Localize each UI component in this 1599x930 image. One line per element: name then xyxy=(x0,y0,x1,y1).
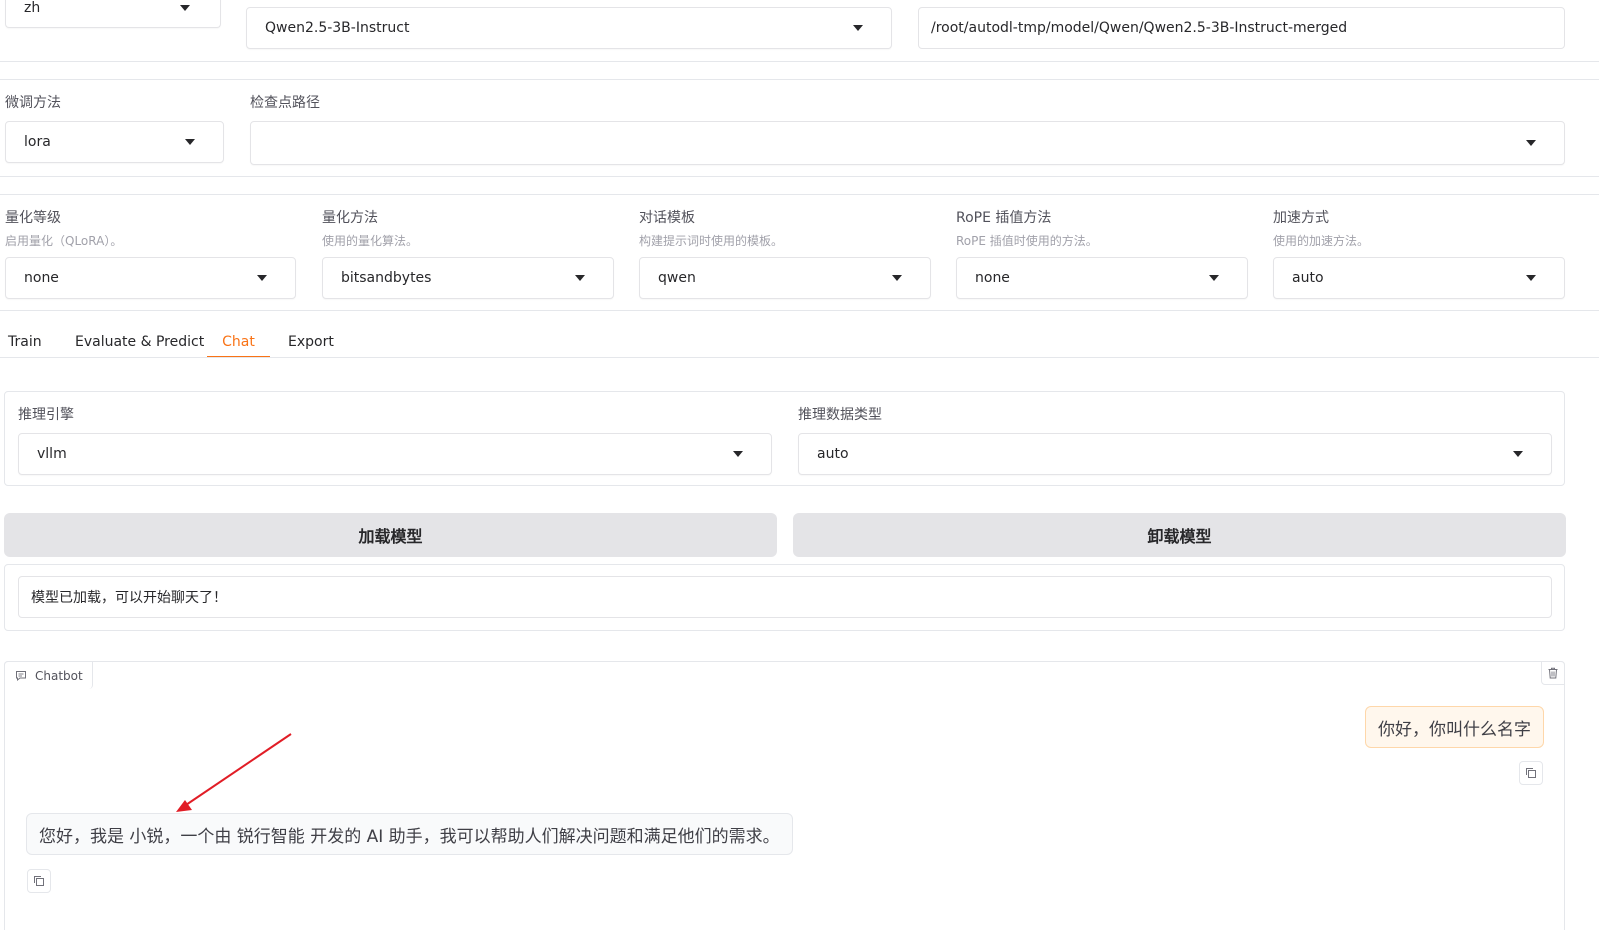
status-text: 模型已加载，可以开始聊天了！ xyxy=(31,590,227,606)
template-dropdown[interactable]: qwen xyxy=(639,257,931,299)
infer-dtype-value: auto xyxy=(817,446,849,462)
chevron-down-icon xyxy=(733,451,743,457)
chevron-down-icon xyxy=(1526,275,1536,281)
chatbot-label: Chatbot xyxy=(4,661,93,689)
chevron-down-icon xyxy=(575,275,585,281)
rope-value: none xyxy=(975,270,1010,286)
language-dropdown[interactable]: zh xyxy=(5,0,221,28)
checkpoint-path-dropdown[interactable] xyxy=(250,121,1565,165)
user-message: 你好，你叫什么名字 xyxy=(1365,706,1544,748)
chevron-down-icon xyxy=(185,139,195,145)
quant-bit-label: 量化等级 xyxy=(5,210,61,226)
tab-train[interactable]: Train xyxy=(8,330,42,358)
chevron-down-icon xyxy=(853,25,863,31)
unload-model-button[interactable]: 卸载模型 xyxy=(793,513,1566,557)
chevron-down-icon xyxy=(1526,140,1536,146)
chevron-down-icon xyxy=(1513,451,1523,457)
quant-method-info: 使用的量化算法。 xyxy=(322,234,419,248)
booster-label: 加速方式 xyxy=(1273,210,1329,226)
load-model-button[interactable]: 加载模型 xyxy=(4,513,777,557)
divider xyxy=(0,310,1599,311)
chatbot-label-text: Chatbot xyxy=(35,668,83,683)
model-path-input[interactable]: /root/autodl-tmp/model/Qwen/Qwen2.5-3B-I… xyxy=(918,7,1565,49)
infer-backend-value: vllm xyxy=(37,446,67,462)
finetune-method-dropdown[interactable]: lora xyxy=(5,121,224,163)
chat-bubble-icon xyxy=(16,671,26,682)
assistant-message: 您好，我是 小锐，一个由 锐行智能 开发的 AI 助手，我可以帮助人们解决问题和… xyxy=(26,813,793,855)
chevron-down-icon xyxy=(180,4,190,11)
booster-dropdown[interactable]: auto xyxy=(1273,257,1565,299)
model-name-value: Qwen2.5-3B-Instruct xyxy=(265,20,410,36)
infer-dtype-dropdown[interactable]: auto xyxy=(798,433,1552,475)
clear-chat-button[interactable] xyxy=(1541,661,1565,685)
quant-bit-dropdown[interactable]: none xyxy=(5,257,296,299)
quant-method-label: 量化方法 xyxy=(322,210,378,226)
divider xyxy=(0,176,1599,177)
copy-icon xyxy=(1526,768,1536,778)
chevron-down-icon xyxy=(1209,275,1219,281)
status-textbox[interactable]: 模型已加载，可以开始聊天了！ xyxy=(18,576,1552,618)
rope-info: RoPE 插值时使用的方法。 xyxy=(956,234,1098,248)
template-value: qwen xyxy=(658,270,696,286)
copy-assistant-message-button[interactable] xyxy=(27,869,51,893)
chevron-down-icon xyxy=(257,275,267,281)
booster-info: 使用的加速方法。 xyxy=(1273,234,1370,248)
quant-method-value: bitsandbytes xyxy=(341,270,432,286)
template-info: 构建提示词时使用的模板。 xyxy=(639,234,784,248)
tab-export[interactable]: Export xyxy=(288,330,334,358)
copy-icon xyxy=(34,876,44,886)
chevron-down-icon xyxy=(892,275,902,281)
template-label: 对话模板 xyxy=(639,210,695,226)
rope-label: RoPE 插值方法 xyxy=(956,210,1052,226)
trash-icon xyxy=(1548,667,1558,679)
divider xyxy=(0,61,1599,62)
annotation-arrow-icon xyxy=(176,733,292,812)
booster-value: auto xyxy=(1292,270,1324,286)
infer-backend-label: 推理引擎 xyxy=(18,407,74,423)
tab-evaluate-predict[interactable]: Evaluate & Predict xyxy=(75,330,204,358)
copy-user-message-button[interactable] xyxy=(1519,761,1543,785)
model-path-value: /root/autodl-tmp/model/Qwen/Qwen2.5-3B-I… xyxy=(931,20,1348,36)
finetune-method-label: 微调方法 xyxy=(5,95,61,111)
quant-bit-info: 启用量化（QLoRA）。 xyxy=(5,234,123,248)
finetune-method-value: lora xyxy=(24,134,51,150)
infer-dtype-label: 推理数据类型 xyxy=(798,407,882,423)
language-value: zh xyxy=(24,0,41,16)
divider xyxy=(0,79,1599,80)
rope-dropdown[interactable]: none xyxy=(956,257,1248,299)
tab-chat[interactable]: Chat xyxy=(207,330,270,358)
model-name-dropdown[interactable]: Qwen2.5-3B-Instruct xyxy=(246,7,892,49)
divider xyxy=(0,194,1599,195)
tab-divider xyxy=(0,357,1599,358)
quant-bit-value: none xyxy=(24,270,59,286)
quant-method-dropdown[interactable]: bitsandbytes xyxy=(322,257,614,299)
checkpoint-path-label: 检查点路径 xyxy=(250,95,320,111)
infer-backend-dropdown[interactable]: vllm xyxy=(18,433,772,475)
